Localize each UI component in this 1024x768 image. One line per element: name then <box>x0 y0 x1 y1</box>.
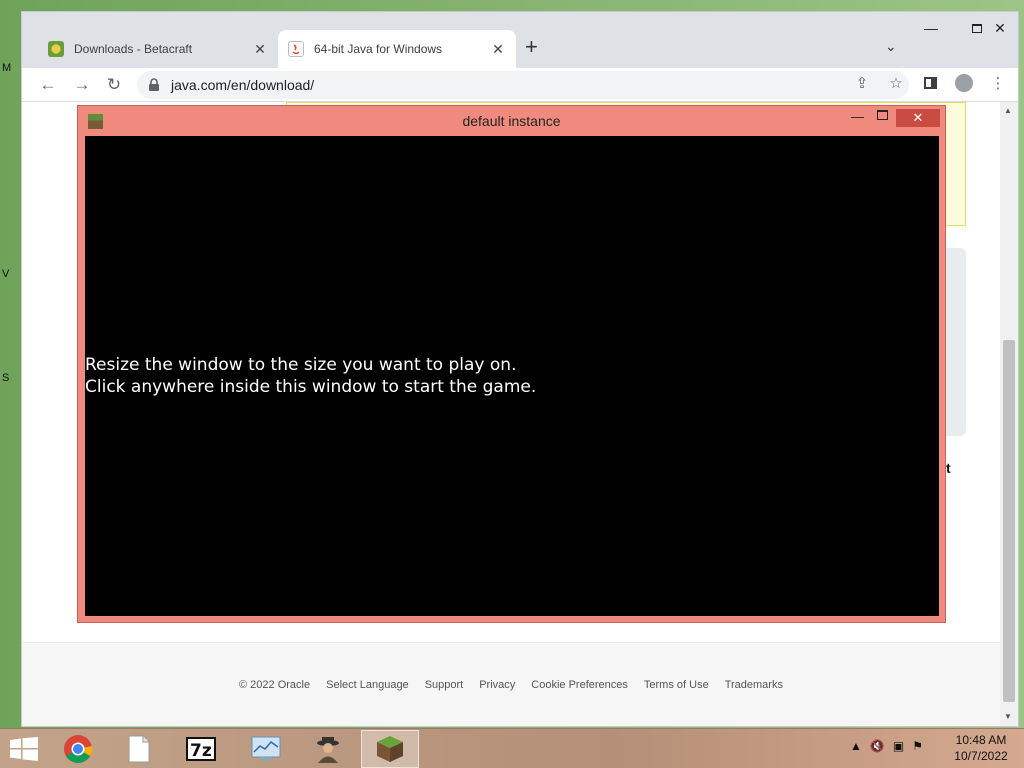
taskbar-clock[interactable]: 10:48 AM 10/7/2022 <box>950 732 1012 764</box>
close-window-button[interactable]: ✕ <box>980 12 1018 44</box>
taskbar-monitor[interactable] <box>237 730 295 768</box>
back-button[interactable]: ← <box>36 73 60 97</box>
side-panel-icon[interactable] <box>920 73 940 93</box>
action-center-flag-icon[interactable]: ⚑ <box>912 739 923 753</box>
taskbar: 7z ▲ 🔇 ▣ ⚑ 10:48 AM 10/7/2022 <box>0 728 1024 768</box>
desktop-edge-text: M <box>2 62 12 74</box>
game-window-titlebar[interactable]: default instance — ✕ <box>78 106 945 136</box>
game-window-title: default instance <box>462 113 561 129</box>
7zip-icon: 7z <box>186 737 216 761</box>
forward-button[interactable]: → <box>70 73 94 97</box>
java-favicon-icon <box>288 41 304 57</box>
minimize-button[interactable]: — <box>908 12 954 44</box>
scroll-up-icon[interactable]: ▲ <box>1004 106 1012 115</box>
system-tray: ▲ 🔇 ▣ ⚑ <box>850 739 923 753</box>
game-message-line: Resize the window to the size you want t… <box>85 355 517 375</box>
game-window: default instance — ✕ Resize the window t… <box>77 105 946 623</box>
footer-copyright: © 2022 Oracle <box>239 678 311 691</box>
resource-monitor-icon <box>251 736 281 761</box>
tab-search-chevron-icon[interactable]: ⌄ <box>885 38 897 55</box>
svg-text:7z: 7z <box>190 741 212 761</box>
betacraft-favicon-icon <box>48 41 64 57</box>
game-start-message: Resize the window to the size you want t… <box>85 354 536 398</box>
network-icon[interactable]: ▣ <box>893 739 904 753</box>
address-bar[interactable]: java.com/en/download/ <box>137 71 909 99</box>
tab-title: 64-bit Java for Windows <box>314 42 443 56</box>
taskbar-chrome[interactable] <box>49 730 107 768</box>
share-icon[interactable]: ⇪ <box>852 73 872 93</box>
footer-link-trademarks[interactable]: Trademarks <box>725 679 783 691</box>
bookmark-star-icon[interactable]: ☆ <box>886 73 906 93</box>
game-maximize-button[interactable] <box>877 110 888 120</box>
footer-link-privacy[interactable]: Privacy <box>479 679 515 691</box>
chrome-icon <box>64 735 93 763</box>
tab-betacraft[interactable]: Downloads - Betacraft ✕ <box>38 30 278 68</box>
scroll-down-icon[interactable]: ▼ <box>1004 712 1012 721</box>
game-close-button[interactable]: ✕ <box>896 109 940 127</box>
game-minimize-button[interactable]: — <box>851 109 864 124</box>
grass-block-icon <box>377 736 403 762</box>
more-menu-icon[interactable]: ⋮ <box>988 73 1008 93</box>
taskbar-minecraft[interactable] <box>361 730 419 768</box>
footer-link-cookie-preferences[interactable]: Cookie Preferences <box>531 679 628 691</box>
desktop-edge-text: S <box>2 372 10 384</box>
file-icon <box>128 735 150 763</box>
taskbar-file[interactable] <box>110 730 168 768</box>
profile-avatar-icon[interactable] <box>954 73 974 93</box>
page-text-fragment: t <box>946 460 951 476</box>
scroll-thumb[interactable] <box>1003 340 1015 702</box>
desktop-edge-text: V <box>2 268 10 280</box>
page-scrollbar[interactable]: ▲ ▼ <box>1000 102 1018 726</box>
speaker-muted-icon[interactable]: 🔇 <box>870 739 885 753</box>
browser-toolbar: ← → ↻ java.com/en/download/ ⇪ ☆ ⋮ <box>22 68 1018 102</box>
close-tab-icon[interactable]: ✕ <box>252 41 268 58</box>
footer-link-terms-of-use[interactable]: Terms of Use <box>644 679 709 691</box>
reload-button[interactable]: ↻ <box>102 73 126 97</box>
spy-agent-icon <box>317 737 339 763</box>
tab-title: Downloads - Betacraft <box>74 42 193 56</box>
browser-tab-strip: — ✕ Downloads - Betacraft ✕ 64-bit Java … <box>22 12 1018 68</box>
game-message-line: Click anywhere inside this window to sta… <box>85 377 537 397</box>
taskbar-7zip[interactable]: 7z <box>172 730 230 768</box>
show-hidden-icons-icon[interactable]: ▲ <box>850 739 862 753</box>
footer-link-select-language[interactable]: Select Language <box>326 679 409 691</box>
footer-link-support[interactable]: Support <box>425 679 464 691</box>
taskbar-agent[interactable] <box>299 730 357 768</box>
clock-time: 10:48 AM <box>955 733 1007 747</box>
game-canvas[interactable]: Resize the window to the size you want t… <box>85 136 939 616</box>
clock-date: 10/7/2022 <box>954 749 1008 763</box>
tab-java[interactable]: 64-bit Java for Windows ✕ <box>278 30 516 68</box>
lock-icon <box>149 78 159 91</box>
page-footer: © 2022 Oracle Select Language Support Pr… <box>22 642 1000 726</box>
new-tab-button[interactable]: + <box>525 36 538 58</box>
windows-start-icon[interactable] <box>10 737 38 761</box>
close-tab-icon[interactable]: ✕ <box>490 41 506 58</box>
url-text: java.com/en/download/ <box>171 77 315 93</box>
